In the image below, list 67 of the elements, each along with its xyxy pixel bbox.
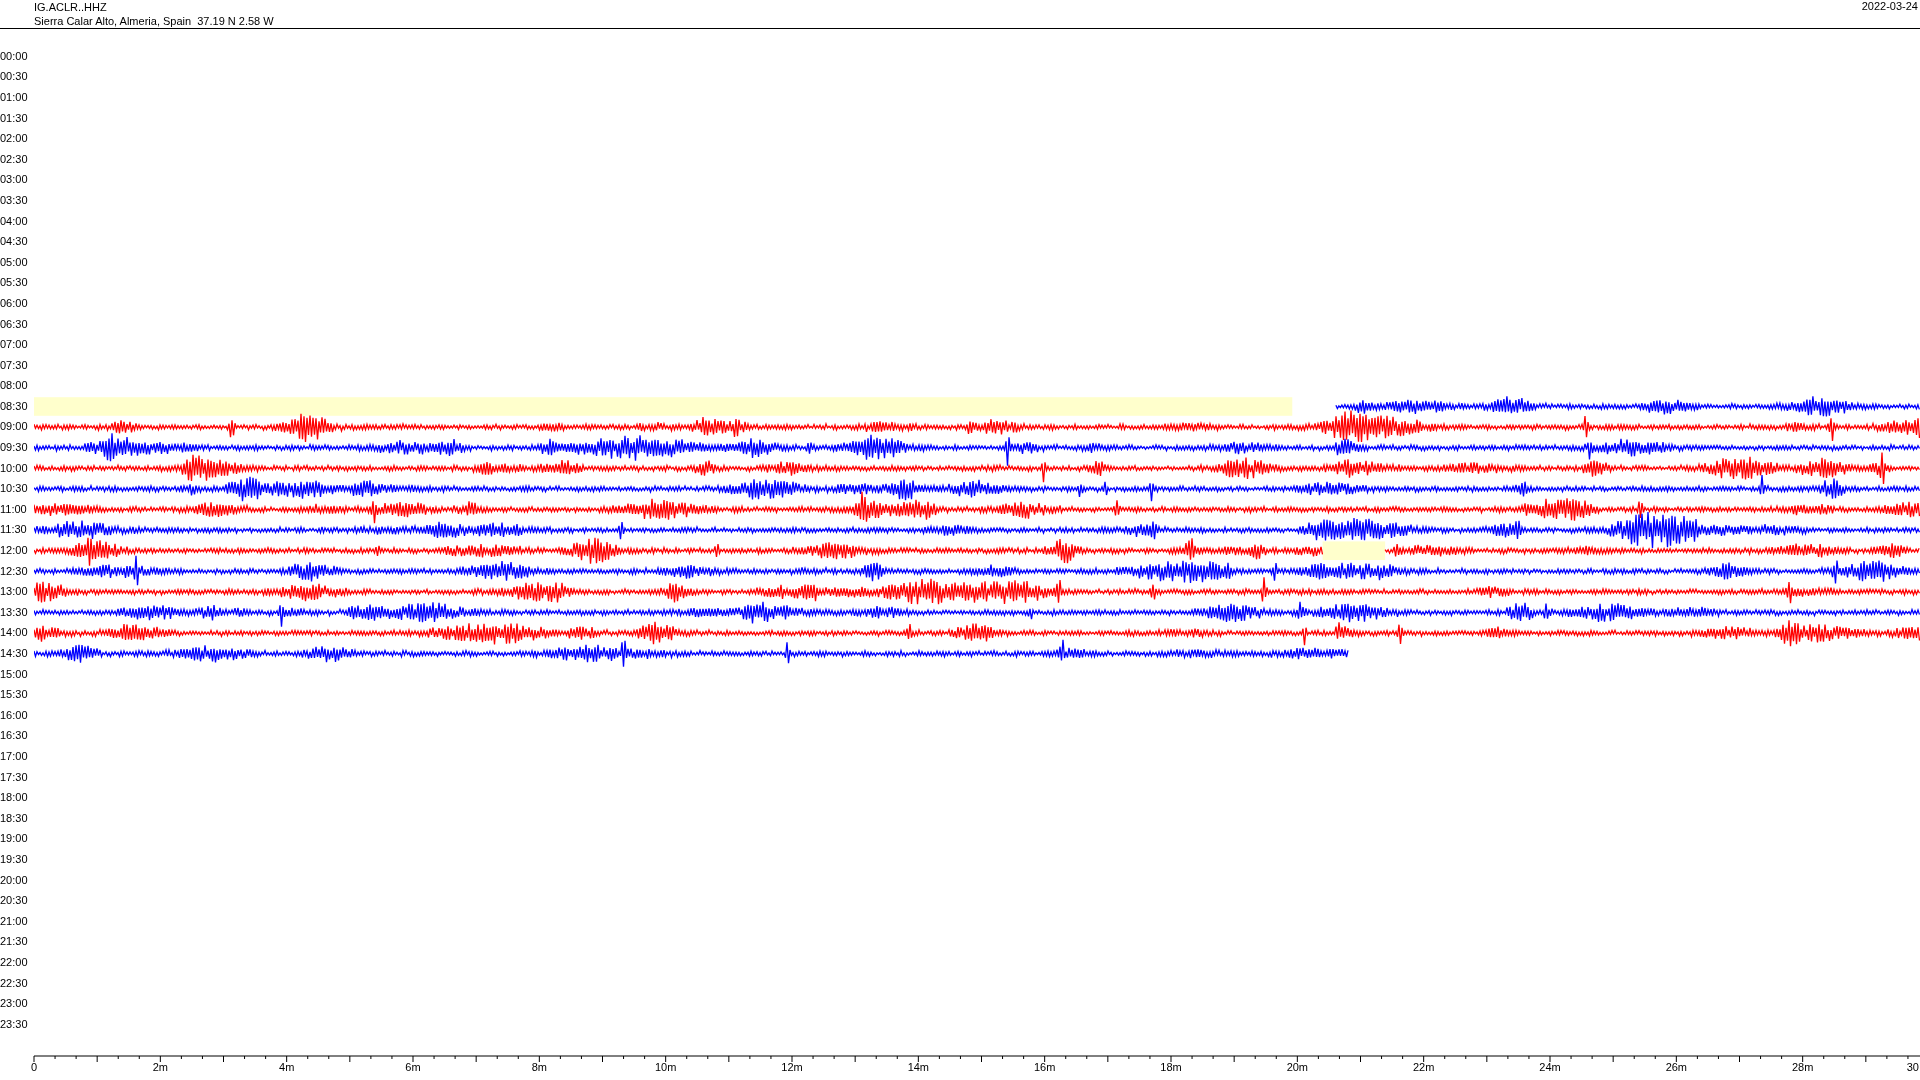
time-label: 14:00 <box>0 626 28 640</box>
time-label: 04:30 <box>0 235 28 249</box>
time-label: 12:30 <box>0 564 28 578</box>
time-label: 14:30 <box>0 647 28 660</box>
station-location: Sierra Calar Alto, Almeria, Spain 37.19 N 2.58 W <box>34 14 274 28</box>
time-label: 22:30 <box>0 976 28 990</box>
time-label: 07:00 <box>0 338 28 352</box>
time-label: 21:30 <box>0 935 28 949</box>
axis-label: 14m <box>907 1060 930 1073</box>
axis-label: 20m <box>1286 1060 1309 1073</box>
time-label: 05:30 <box>0 276 28 290</box>
time-label: 16:00 <box>0 708 28 722</box>
time-label: 15:30 <box>0 688 28 702</box>
axis-label: 16m <box>1033 1060 1056 1073</box>
axis-label: 24m <box>1539 1060 1561 1073</box>
time-label: 09:00 <box>0 420 28 434</box>
time-label: 01:00 <box>0 91 28 104</box>
time-label: 15:00 <box>0 667 28 681</box>
time-label: 06:00 <box>0 296 28 310</box>
time-label: 21:00 <box>0 914 28 928</box>
axis-label: 30 <box>1906 1060 1919 1073</box>
time-label: 00:00 <box>0 49 28 63</box>
axis-label: 0 <box>30 1060 38 1073</box>
time-label: 10:00 <box>0 461 28 475</box>
time-label: 18:00 <box>0 791 28 805</box>
time-label: 18:30 <box>0 811 28 825</box>
time-label: 17:00 <box>0 750 28 763</box>
time-label: 05:00 <box>0 255 28 269</box>
time-label: 23:30 <box>0 1017 28 1031</box>
time-label: 10:30 <box>0 482 28 496</box>
time-label: 08:00 <box>0 379 28 393</box>
time-label: 16:30 <box>0 729 28 743</box>
time-label: 11:00 <box>0 502 27 516</box>
time-label: 19:30 <box>0 852 28 866</box>
time-label: 02:30 <box>0 152 28 166</box>
time-label: 12:00 <box>0 544 28 558</box>
axis-label: 8m <box>531 1060 547 1073</box>
axis-label: 4m <box>279 1060 295 1073</box>
axis-label: 28m <box>1791 1060 1814 1073</box>
time-label: 20:00 <box>0 873 28 887</box>
axis-label: 2m <box>152 1060 168 1073</box>
time-label: 17:30 <box>0 770 28 784</box>
axis-label: 22m <box>1412 1060 1435 1073</box>
time-label: 07:30 <box>0 358 28 372</box>
time-label: 09:30 <box>0 441 28 455</box>
time-label: 08:30 <box>0 399 28 413</box>
time-label: 13:00 <box>0 585 28 599</box>
time-label: 02:00 <box>0 132 28 146</box>
axis-label: 6m <box>405 1060 421 1073</box>
axis-label: 26m <box>1665 1060 1688 1073</box>
axis-label: 12m <box>781 1060 803 1073</box>
time-label: 01:30 <box>0 111 28 125</box>
time-label: 22:00 <box>0 955 28 969</box>
axis-label: 10m <box>654 1060 677 1073</box>
date-label: 2022-03-24 <box>1861 0 1918 13</box>
time-label: 06:30 <box>0 317 28 331</box>
axis-label: 18m <box>1160 1060 1182 1073</box>
station-code: IG.ACLR..HHZ <box>34 0 108 14</box>
time-label: 13:30 <box>0 605 28 619</box>
time-label: 00:30 <box>0 70 28 84</box>
time-label: 03:30 <box>0 193 28 207</box>
time-label: 20:30 <box>0 894 28 908</box>
time-label: 11:30 <box>0 523 27 537</box>
time-label: 19:00 <box>0 832 28 846</box>
time-label: 23:00 <box>0 997 28 1011</box>
time-label: 03:00 <box>0 173 28 187</box>
time-label: 04:00 <box>0 214 28 228</box>
